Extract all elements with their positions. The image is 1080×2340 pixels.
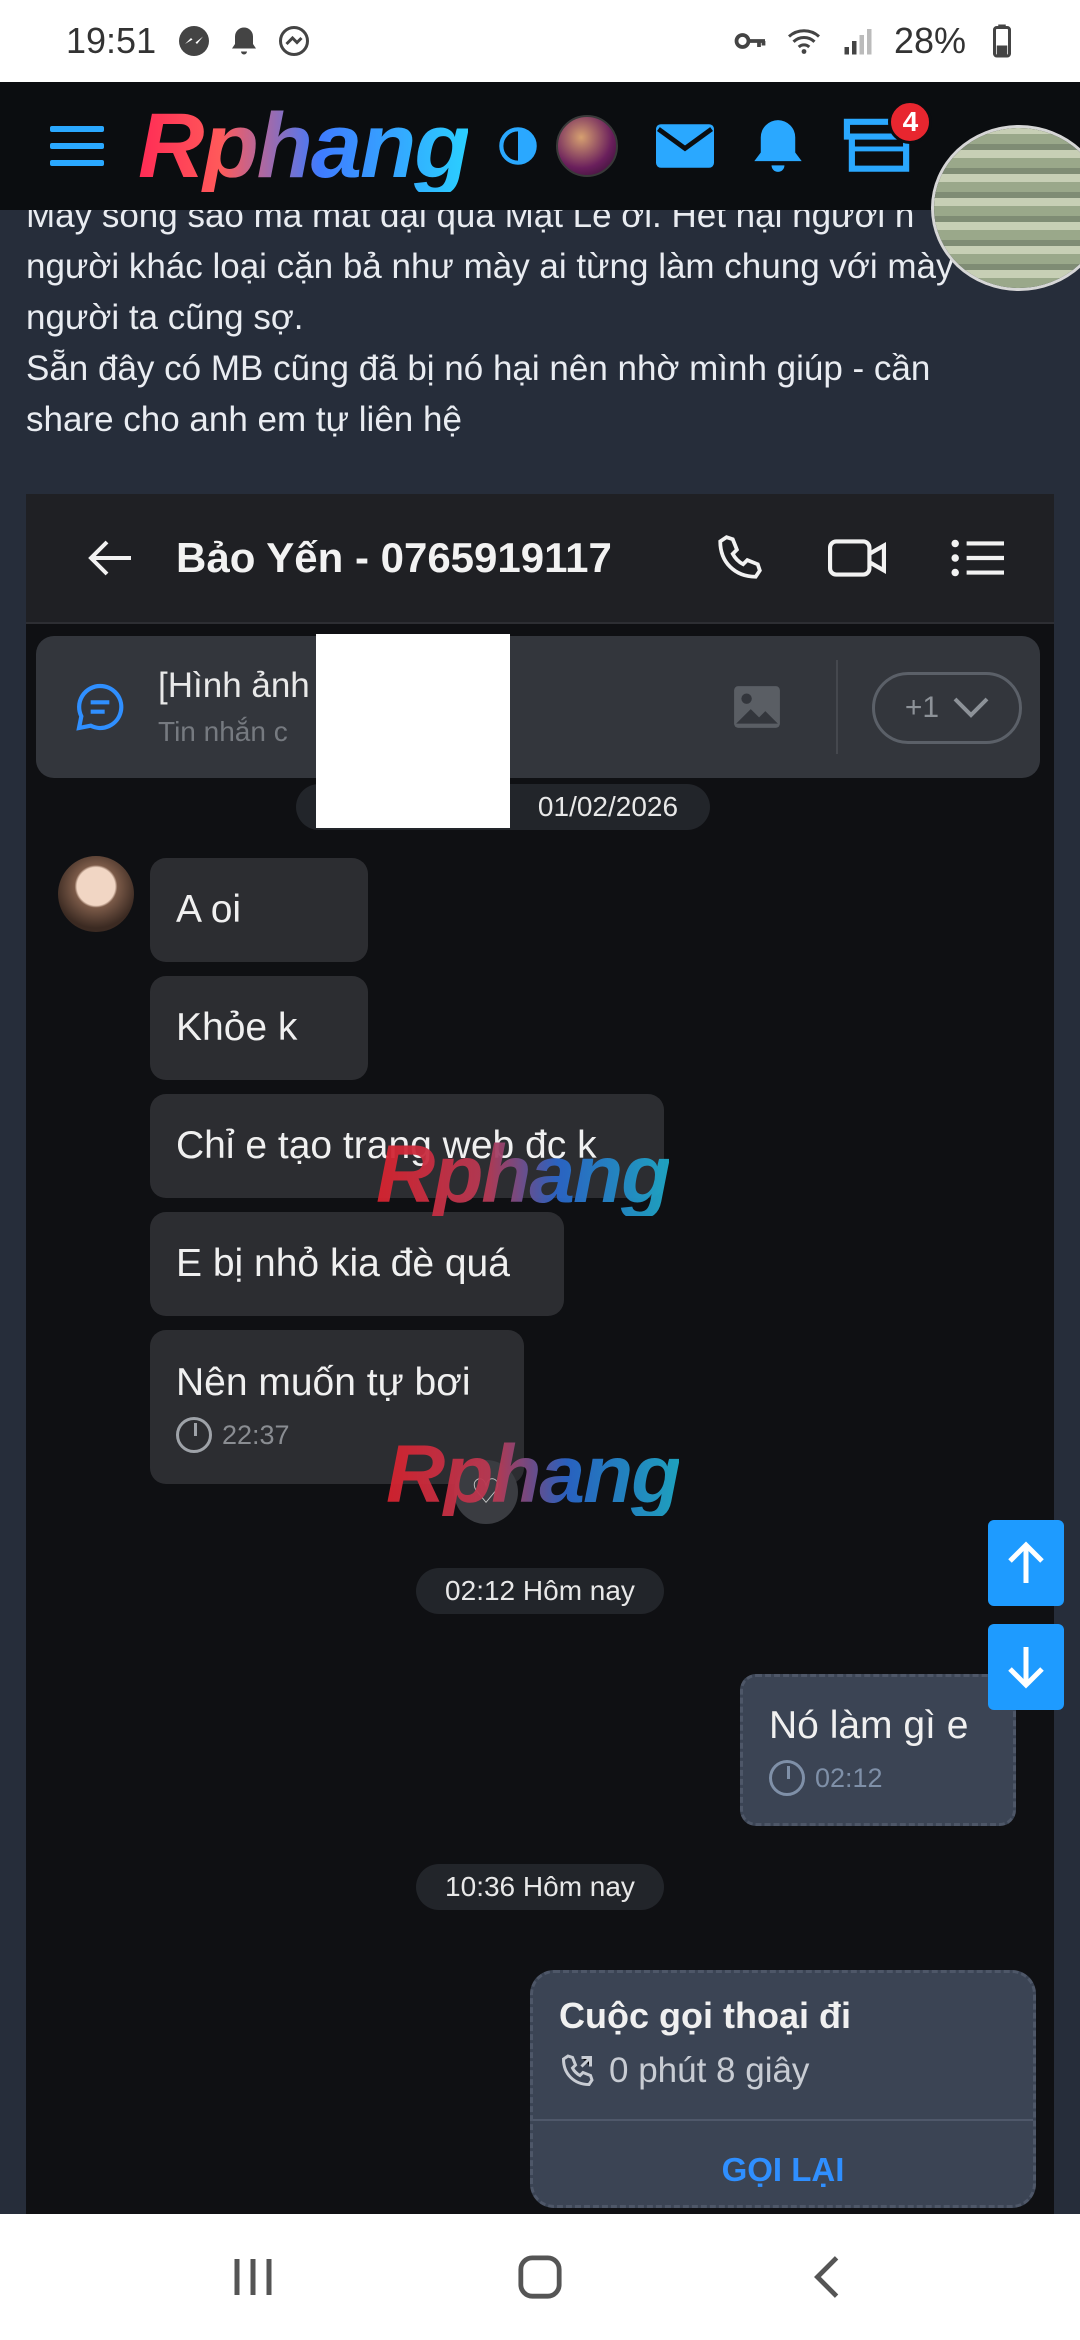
status-bar: 19:51 28%	[0, 0, 1080, 82]
call-back-button: GỌI LẠI	[721, 2151, 845, 2188]
list-menu-icon	[951, 539, 1004, 577]
post-line: người khác loại cặn bả như mày ai từng l…	[26, 247, 954, 286]
battery-icon	[993, 24, 1011, 58]
chat-header: Bảo Yến - 0765919117	[26, 494, 1054, 624]
mail-icon[interactable]	[656, 123, 715, 169]
scroll-top-button[interactable]	[988, 1520, 1064, 1606]
watermark: Rphang	[386, 1429, 681, 1520]
call-title: Cuộc gọi thoại đi	[559, 1995, 851, 2036]
message-time: 22:37	[176, 1417, 290, 1453]
call-card: Cuộc gọi thoại đi 0 phút 8 giây GỌI LẠI	[530, 1970, 1036, 2208]
back-button[interactable]	[787, 2237, 867, 2317]
notification-bell-icon	[232, 27, 257, 55]
contact-avatar	[58, 856, 134, 932]
cart-button[interactable]: 4	[842, 99, 933, 179]
key-icon	[734, 33, 766, 49]
contact-name: Bảo Yến - 0765919117	[176, 534, 612, 581]
scroll-bottom-button[interactable]	[988, 1624, 1064, 1710]
divider	[836, 660, 838, 754]
time-text: 02:12	[815, 1762, 883, 1793]
message-bubble: Khỏe k	[150, 976, 368, 1080]
video-call-icon	[828, 539, 886, 577]
image-icon	[734, 686, 780, 728]
more-pinned-button: +1	[872, 672, 1022, 744]
avatar[interactable]	[556, 115, 619, 177]
menu-icon[interactable]	[50, 126, 104, 166]
notification-badge: 4	[888, 99, 933, 144]
message-time: 02:12	[769, 1760, 883, 1796]
date-chip: 02:12 Hôm nay	[416, 1568, 664, 1614]
recent-apps-icon	[234, 2259, 272, 2295]
signal-icon	[844, 29, 872, 55]
back-arrow-icon	[88, 540, 131, 576]
forum-header: Rphang 4	[0, 82, 1080, 210]
arrow-up-icon	[1008, 1541, 1044, 1583]
site-logo[interactable]: Rphang	[138, 100, 470, 192]
chat-bubble-icon	[76, 683, 124, 731]
message-text: Nó làm gì e	[769, 1704, 969, 1747]
date-chip: 10:36 Hôm nay	[416, 1864, 664, 1910]
back-icon	[813, 2256, 838, 2298]
divider	[533, 2119, 1033, 2121]
message-text: A oi	[176, 888, 242, 931]
pinned-subtitle: Tin nhắn c	[158, 716, 288, 747]
post-line: Sẵn đây có MB cũng đã bị nó hại nên nhờ …	[26, 349, 931, 388]
battery-percent: 28%	[893, 20, 966, 61]
post-line: người ta cũng sợ.	[26, 298, 304, 337]
status-time: 19:51	[66, 20, 157, 61]
message-bubble: A oi	[150, 858, 368, 962]
message-bubble-sent: Nó làm gì e 02:12	[740, 1674, 1016, 1826]
time-text: 22:37	[222, 1419, 290, 1450]
watermark: Rphang	[376, 1129, 671, 1220]
theme-toggle-icon[interactable]	[498, 126, 538, 166]
chat-screenshot[interactable]: Bảo Yến - 0765919117 [Hình ảnh Tin nhắn …	[26, 494, 1054, 2214]
more-count: +1	[904, 691, 940, 724]
wifi-icon	[787, 29, 820, 54]
date-label: 02:12 Hôm nay	[445, 1575, 635, 1606]
home-button[interactable]	[500, 2237, 580, 2317]
arrow-down-icon	[1008, 1647, 1044, 1689]
call-duration: 0 phút 8 giây	[609, 2051, 810, 2090]
post-line: share cho anh em tự liên hệ	[26, 400, 462, 439]
message-text: Khỏe k	[176, 1006, 298, 1049]
outgoing-call-icon	[561, 2054, 594, 2087]
timer-icon	[769, 1760, 805, 1796]
phone-icon	[718, 535, 762, 579]
chevron-down-icon	[953, 697, 989, 718]
message-text: E bị nhỏ kia đè quá	[176, 1242, 510, 1285]
pinned-message: [Hình ảnh Tin nhắn cu +1	[36, 636, 1040, 778]
date-label: 01/02/2026	[537, 791, 679, 822]
message-text: Nên muốn tự bơi	[176, 1361, 471, 1404]
bell-icon[interactable]	[752, 118, 804, 174]
home-icon	[518, 2255, 562, 2299]
post-body: Mày sống sao mà mất dại quá Mạt Lẻ ơi. H…	[26, 190, 1066, 445]
system-nav-bar	[0, 2214, 1080, 2340]
messenger-icon	[279, 26, 310, 56]
timer-icon	[176, 1417, 212, 1453]
redaction-box	[316, 634, 510, 828]
messenger-icon	[179, 26, 210, 56]
message-bubble: E bị nhỏ kia đè quá	[150, 1212, 564, 1316]
date-label: 10:36 Hôm nay	[445, 1871, 635, 1902]
recent-apps-button[interactable]	[213, 2237, 293, 2317]
